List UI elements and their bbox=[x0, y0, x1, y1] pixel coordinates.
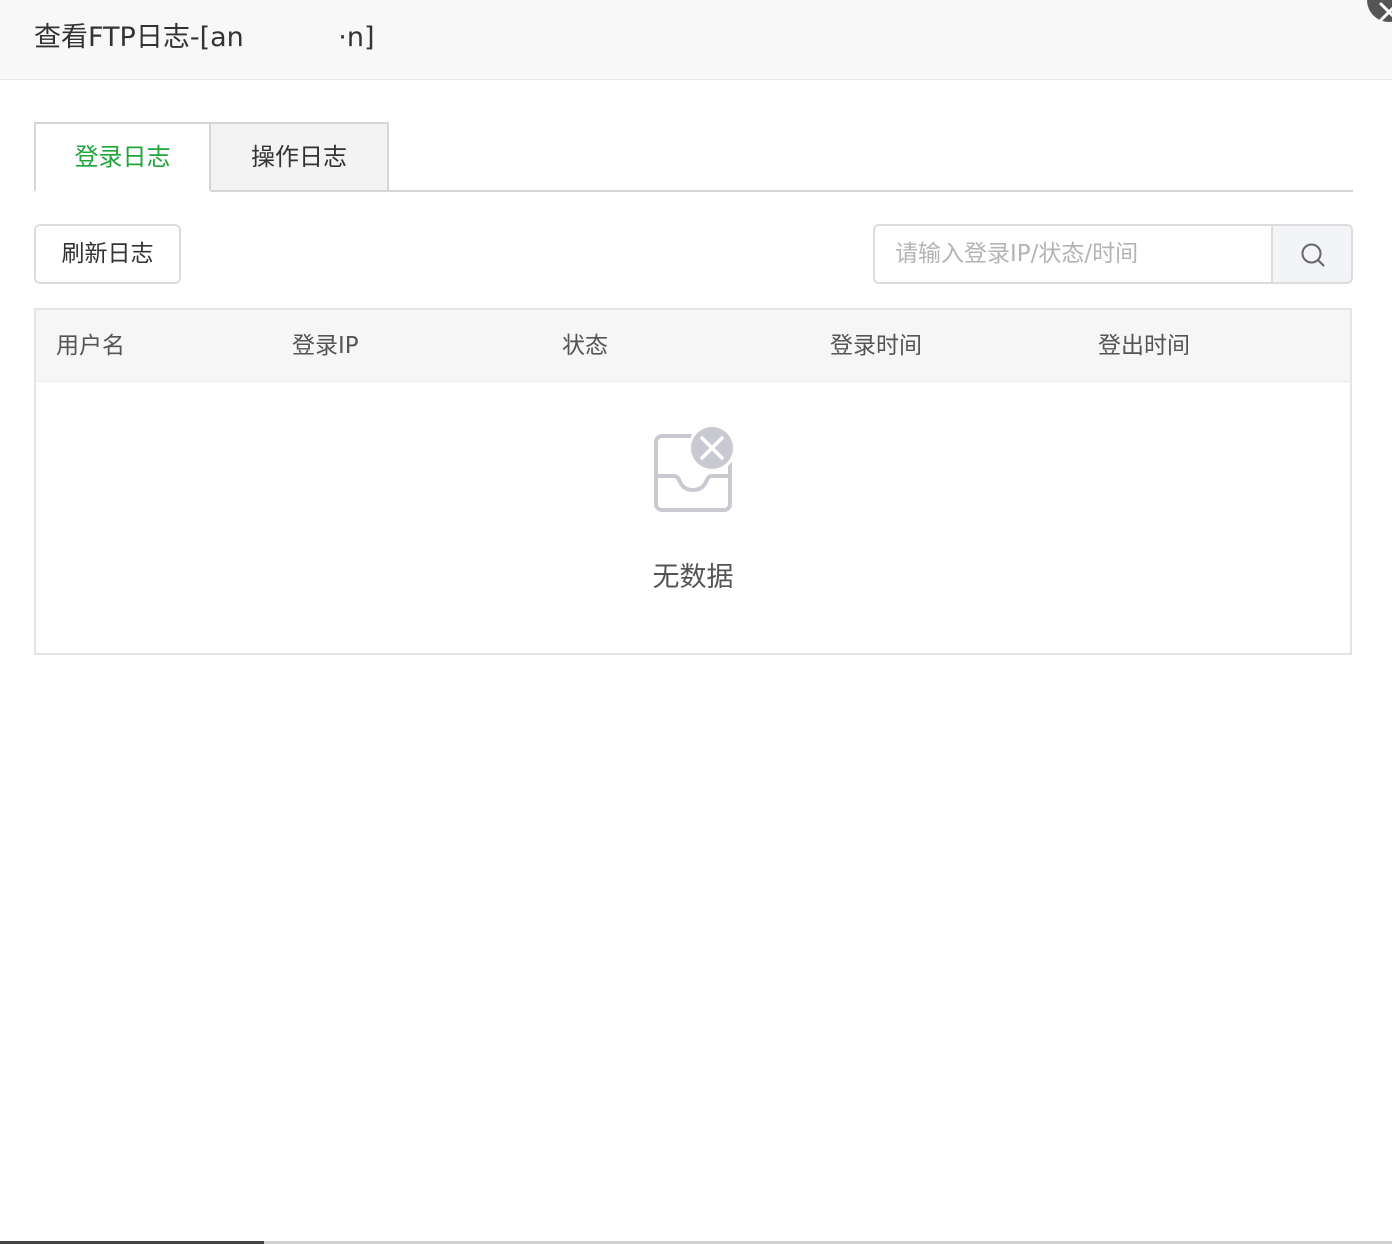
search-input[interactable] bbox=[875, 226, 1271, 282]
search-icon bbox=[1301, 243, 1325, 267]
column-header-status: 状态 bbox=[562, 333, 608, 359]
column-header-logout-time: 登出时间 bbox=[1098, 333, 1190, 359]
empty-state: 无数据 bbox=[36, 382, 1350, 653]
tab-operation-log[interactable]: 操作日志 bbox=[209, 122, 389, 192]
empty-inbox-icon bbox=[654, 424, 736, 512]
column-header-username: 用户名 bbox=[56, 333, 125, 359]
empty-state-text: 无数据 bbox=[652, 562, 734, 593]
refresh-log-button[interactable]: 刷新日志 bbox=[34, 224, 181, 284]
ftp-log-dialog: 查看FTP日志-[an ·n] 登录日志 操作日志 刷新日志 用户名 登录IP … bbox=[0, 0, 1392, 1244]
log-tabs: 登录日志 操作日志 bbox=[34, 122, 1353, 192]
search-button[interactable] bbox=[1271, 226, 1351, 282]
table-header: 用户名 登录IP 状态 登录时间 登出时间 bbox=[36, 310, 1350, 382]
dialog-title-bar: 查看FTP日志-[an ·n] bbox=[0, 0, 1392, 80]
dialog-title: 查看FTP日志-[an ·n] bbox=[34, 22, 375, 53]
login-log-table: 用户名 登录IP 状态 登录时间 登出时间 无数据 bbox=[34, 308, 1352, 655]
close-icon bbox=[1379, 2, 1392, 22]
tab-login-log[interactable]: 登录日志 bbox=[34, 122, 211, 192]
column-header-login-ip: 登录IP bbox=[292, 333, 359, 359]
search-box bbox=[873, 224, 1353, 284]
column-header-login-time: 登录时间 bbox=[830, 333, 922, 359]
